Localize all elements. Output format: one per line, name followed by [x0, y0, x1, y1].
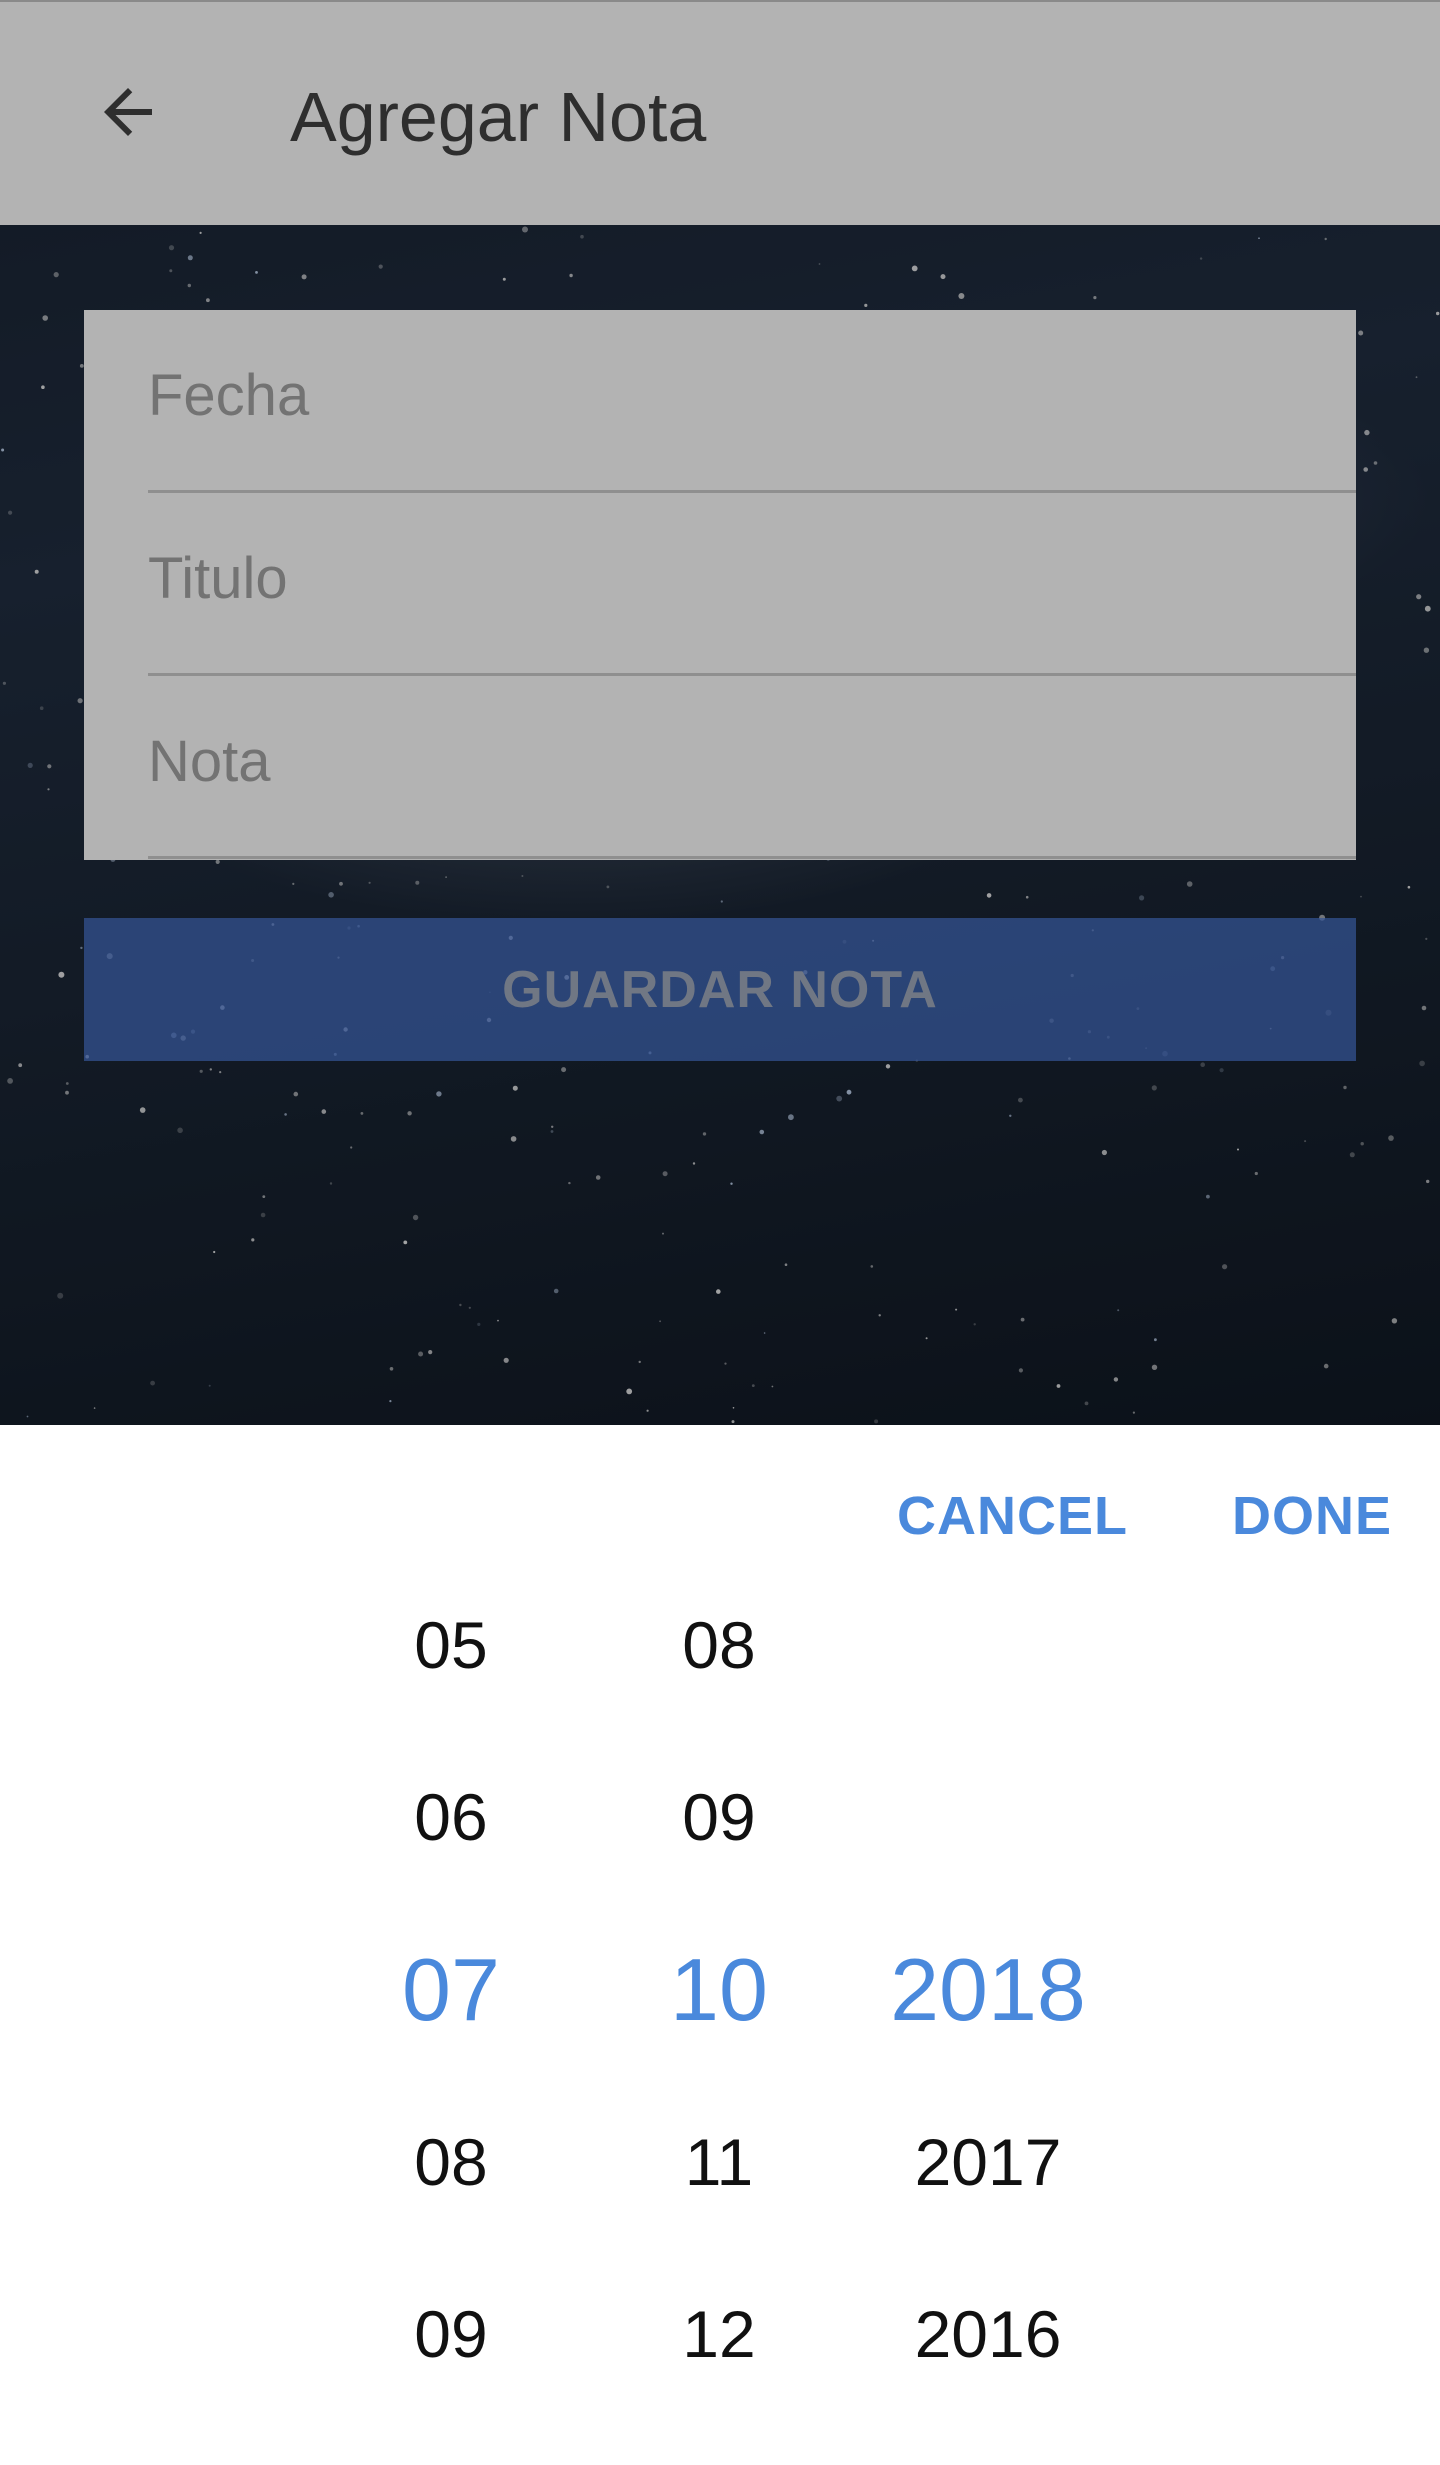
- day-option[interactable]: 05: [331, 1605, 571, 1685]
- titulo-placeholder: Titulo: [148, 546, 288, 611]
- nota-placeholder: Nota: [148, 729, 271, 794]
- fecha-placeholder: Fecha: [148, 363, 310, 428]
- year-wheel[interactable]: 2018 2017 2016: [868, 1425, 1108, 2465]
- year-selected[interactable]: 2018: [868, 1940, 1108, 2040]
- month-option[interactable]: 09: [599, 1777, 839, 1857]
- app-bar: Agregar Nota: [0, 0, 1440, 225]
- day-wheel[interactable]: 05 06 07 08 09: [331, 1425, 571, 2465]
- month-option[interactable]: 12: [599, 2294, 839, 2374]
- done-button[interactable]: DONE: [1232, 1485, 1392, 1547]
- month-selected[interactable]: 10: [599, 1940, 839, 2040]
- arrow-back-icon: [104, 88, 152, 136]
- page-title: Agregar Nota: [290, 78, 707, 156]
- titulo-field[interactable]: Titulo: [148, 493, 1356, 676]
- save-note-button[interactable]: GUARDAR NOTA: [84, 918, 1356, 1061]
- date-picker-sheet: CANCEL DONE 05 06 07 08 09 08 09 10 11 1…: [0, 1425, 1440, 2465]
- nota-field[interactable]: Nota: [148, 676, 1356, 859]
- back-button[interactable]: [88, 72, 168, 152]
- month-option[interactable]: 08: [599, 1605, 839, 1685]
- day-option[interactable]: 08: [331, 2122, 571, 2202]
- note-form: Fecha Titulo Nota: [84, 310, 1356, 860]
- fecha-field[interactable]: Fecha: [148, 310, 1356, 493]
- year-option[interactable]: 2016: [868, 2294, 1108, 2374]
- day-selected[interactable]: 07: [331, 1940, 571, 2040]
- day-option[interactable]: 09: [331, 2294, 571, 2374]
- month-wheel[interactable]: 08 09 10 11 12: [599, 1425, 839, 2465]
- month-option[interactable]: 11: [599, 2122, 839, 2202]
- year-option[interactable]: 2017: [868, 2122, 1108, 2202]
- day-option[interactable]: 06: [331, 1777, 571, 1857]
